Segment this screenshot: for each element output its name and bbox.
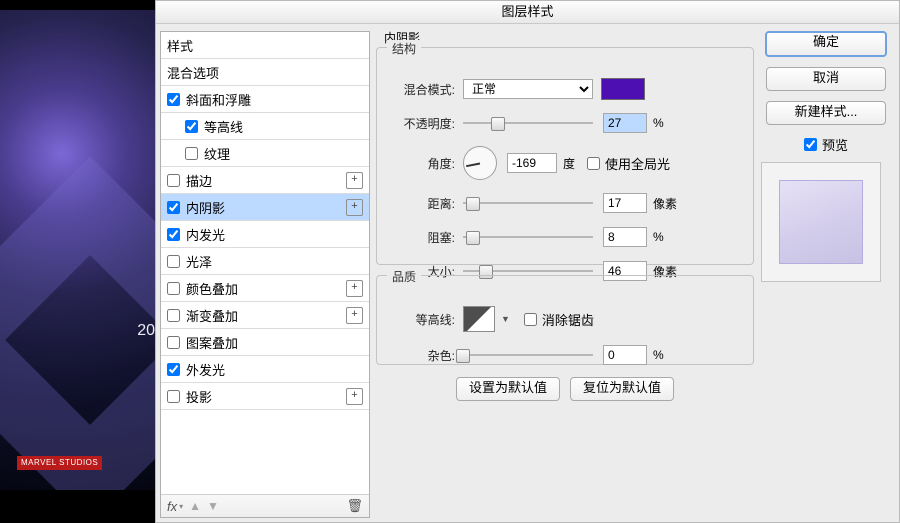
- global-light-checkbox[interactable]: 使用全局光: [587, 154, 670, 173]
- effect-row-1[interactable]: 等高线: [161, 113, 369, 140]
- effect-label: 外发光: [186, 360, 225, 379]
- distance-input[interactable]: [603, 193, 647, 213]
- effect-checkbox[interactable]: [167, 228, 180, 241]
- dialog-title: 图层样式: [156, 1, 899, 24]
- quality-group: 品质 等高线: ▼ 消除锯齿 杂色: %: [376, 275, 754, 365]
- effect-row-8[interactable]: 渐变叠加 +: [161, 302, 369, 329]
- settings-panel: 内阴影 结构 混合模式: 正常 不透明度: % 角度:: [376, 31, 754, 518]
- opacity-input[interactable]: [603, 113, 647, 133]
- fx-menu-button[interactable]: fx: [167, 499, 177, 514]
- effect-row-11[interactable]: 投影 +: [161, 383, 369, 410]
- cancel-button[interactable]: 取消: [766, 67, 886, 91]
- angle-input[interactable]: [507, 153, 557, 173]
- move-up-button[interactable]: ▲: [189, 499, 201, 513]
- shadow-color-swatch[interactable]: [601, 78, 645, 100]
- effect-label: 颜色叠加: [186, 279, 238, 298]
- noise-unit: %: [653, 348, 664, 362]
- noise-label: 杂色:: [387, 347, 455, 364]
- opacity-label: 不透明度:: [387, 115, 455, 132]
- noise-slider[interactable]: [463, 347, 593, 363]
- effect-label: 等高线: [204, 117, 243, 136]
- preview-swatch: [779, 180, 863, 264]
- effect-checkbox[interactable]: [167, 390, 180, 403]
- effect-row-9[interactable]: 图案叠加: [161, 329, 369, 356]
- reset-default-button[interactable]: 复位为默认值: [570, 377, 674, 401]
- quality-legend: 品质: [387, 268, 421, 285]
- global-light-label: 使用全局光: [605, 154, 670, 173]
- styles-header[interactable]: 样式: [161, 32, 369, 59]
- effect-checkbox[interactable]: [167, 255, 180, 268]
- dialog-buttons: 确定 取消 新建样式... 预览: [761, 31, 891, 282]
- marvel-badge: MARVEL STUDIOS: [17, 456, 102, 470]
- effect-label: 描边: [186, 171, 212, 190]
- bg-year-text: 20: [137, 322, 155, 340]
- effect-checkbox[interactable]: [167, 93, 180, 106]
- structure-legend: 结构: [387, 40, 421, 57]
- choke-label: 阻塞:: [387, 229, 455, 246]
- preview-checkbox[interactable]: 预览: [761, 135, 891, 154]
- effect-checkbox[interactable]: [185, 147, 198, 160]
- set-default-button[interactable]: 设置为默认值: [456, 377, 560, 401]
- preview-box: [761, 162, 881, 282]
- contour-picker[interactable]: [463, 306, 495, 332]
- opacity-slider[interactable]: [463, 115, 593, 131]
- angle-unit: 度: [563, 155, 575, 172]
- choke-unit: %: [653, 230, 664, 244]
- preview-label: 预览: [822, 135, 848, 154]
- antialias-checkbox[interactable]: 消除锯齿: [524, 310, 594, 329]
- angle-dial[interactable]: [463, 146, 497, 180]
- structure-group: 结构 混合模式: 正常 不透明度: % 角度: 度: [376, 47, 754, 265]
- contour-label: 等高线:: [387, 311, 455, 328]
- distance-unit: 像素: [653, 195, 677, 212]
- ok-button[interactable]: 确定: [765, 31, 887, 57]
- effect-checkbox[interactable]: [167, 309, 180, 322]
- effect-label: 内阴影: [186, 198, 225, 217]
- new-style-button[interactable]: 新建样式...: [766, 101, 886, 125]
- add-effect-icon[interactable]: +: [346, 388, 363, 405]
- effect-label: 渐变叠加: [186, 306, 238, 325]
- effect-label: 光泽: [186, 252, 212, 271]
- add-effect-icon[interactable]: +: [346, 199, 363, 216]
- blendmode-select[interactable]: 正常: [463, 79, 593, 99]
- blending-options[interactable]: 混合选项: [161, 59, 369, 86]
- effect-row-3[interactable]: 描边 +: [161, 167, 369, 194]
- blendmode-label: 混合模式:: [387, 81, 455, 98]
- effect-row-4[interactable]: 内阴影 +: [161, 194, 369, 221]
- effect-row-2[interactable]: 纹理: [161, 140, 369, 167]
- add-effect-icon[interactable]: +: [346, 307, 363, 324]
- noise-input[interactable]: [603, 345, 647, 365]
- effect-label: 内发光: [186, 225, 225, 244]
- add-effect-icon[interactable]: +: [346, 172, 363, 189]
- effect-row-10[interactable]: 外发光: [161, 356, 369, 383]
- chevron-down-icon[interactable]: ▼: [501, 314, 510, 324]
- antialias-label: 消除锯齿: [542, 310, 594, 329]
- delete-button[interactable]: 🗑: [346, 498, 363, 514]
- effect-label: 纹理: [204, 144, 230, 163]
- effect-label: 投影: [186, 387, 212, 406]
- choke-slider[interactable]: [463, 229, 593, 245]
- effect-label: 图案叠加: [186, 333, 238, 352]
- opacity-unit: %: [653, 116, 664, 130]
- effect-label: 斜面和浮雕: [186, 90, 251, 109]
- effects-footer: fx ▾ ▲ ▼ 🗑: [161, 494, 369, 517]
- effect-checkbox[interactable]: [167, 201, 180, 214]
- effect-checkbox[interactable]: [185, 120, 198, 133]
- effect-checkbox[interactable]: [167, 336, 180, 349]
- angle-label: 角度:: [387, 155, 455, 172]
- distance-label: 距离:: [387, 195, 455, 212]
- effects-list: 样式混合选项斜面和浮雕等高线纹理描边 + 内阴影 + 内发光光泽颜色叠加 + 渐变叠加 + 图案…: [160, 31, 370, 518]
- add-effect-icon[interactable]: +: [346, 280, 363, 297]
- background-image: 20 MARVEL STUDIOS: [0, 10, 155, 490]
- effect-row-0[interactable]: 斜面和浮雕: [161, 86, 369, 113]
- effect-checkbox[interactable]: [167, 174, 180, 187]
- effect-checkbox[interactable]: [167, 282, 180, 295]
- effect-row-7[interactable]: 颜色叠加 +: [161, 275, 369, 302]
- layer-style-dialog: 图层样式 样式混合选项斜面和浮雕等高线纹理描边+内阴影+内发光光泽颜色叠加+渐变…: [155, 0, 900, 523]
- effect-row-6[interactable]: 光泽: [161, 248, 369, 275]
- choke-input[interactable]: [603, 227, 647, 247]
- distance-slider[interactable]: [463, 195, 593, 211]
- effect-row-5[interactable]: 内发光: [161, 221, 369, 248]
- effect-checkbox[interactable]: [167, 363, 180, 376]
- move-down-button[interactable]: ▼: [207, 499, 219, 513]
